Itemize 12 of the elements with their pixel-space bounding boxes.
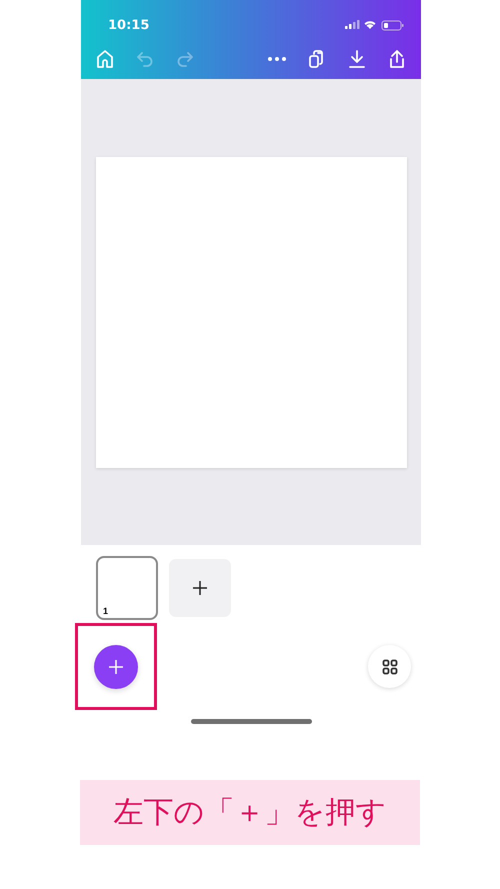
download-icon <box>346 48 368 70</box>
plus-icon <box>107 658 125 676</box>
grid-icon <box>382 658 398 674</box>
more-icon <box>268 57 286 61</box>
add-button[interactable] <box>94 644 138 688</box>
plus-icon <box>192 580 208 596</box>
status-icons <box>345 19 405 31</box>
status-time: 10:15 <box>108 18 150 32</box>
home-icon <box>94 48 116 70</box>
grid-view-button[interactable] <box>368 645 411 688</box>
page-thumbnail[interactable]: 1 <box>96 556 158 620</box>
caption: 左下の「＋」を押す <box>80 780 420 845</box>
